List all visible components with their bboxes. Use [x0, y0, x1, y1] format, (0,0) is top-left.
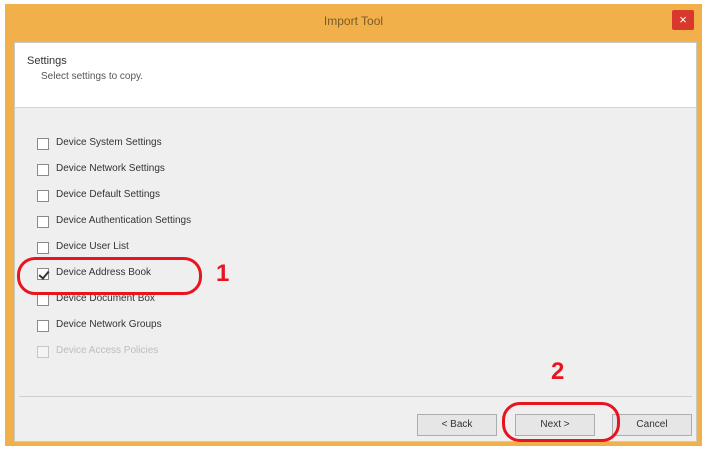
- option-label: Device Default Settings: [56, 189, 160, 200]
- dialog-body: Settings Select settings to copy. Device…: [14, 42, 697, 442]
- checkbox[interactable]: [37, 294, 49, 306]
- checkbox-disabled: [37, 346, 49, 358]
- callout-number-step2: 2: [551, 358, 565, 385]
- checkbox[interactable]: [37, 242, 49, 254]
- title-bar[interactable]: Import Tool ×: [5, 4, 702, 40]
- checkbox[interactable]: [37, 138, 49, 150]
- option-label: Device System Settings: [56, 137, 162, 148]
- callout-number-step1: 1: [216, 260, 230, 287]
- checkbox[interactable]: [37, 164, 49, 176]
- page-subtitle: Select settings to copy.: [41, 71, 144, 82]
- option-label: Device Network Settings: [56, 163, 165, 174]
- option-label: Device Network Groups: [56, 319, 162, 330]
- callout-ring-step1: [17, 257, 202, 295]
- option-label: Device Authentication Settings: [56, 215, 192, 226]
- page-title: Settings: [27, 55, 67, 67]
- checkbox[interactable]: [37, 216, 49, 228]
- wizard-header: Settings Select settings to copy.: [15, 43, 696, 108]
- checkbox[interactable]: [37, 190, 49, 202]
- import-tool-window: Import Tool × Settings Select settings t…: [5, 4, 702, 446]
- close-button[interactable]: ×: [672, 10, 694, 30]
- option-label: Device User List: [56, 241, 129, 252]
- option-label: Device Access Policies: [56, 345, 159, 356]
- callout-ring-step2: [502, 402, 620, 442]
- cancel-button[interactable]: Cancel: [612, 414, 692, 436]
- checkbox[interactable]: [37, 320, 49, 332]
- back-button[interactable]: < Back: [417, 414, 497, 436]
- footer-divider: [19, 396, 692, 397]
- window-title: Import Tool: [323, 14, 384, 28]
